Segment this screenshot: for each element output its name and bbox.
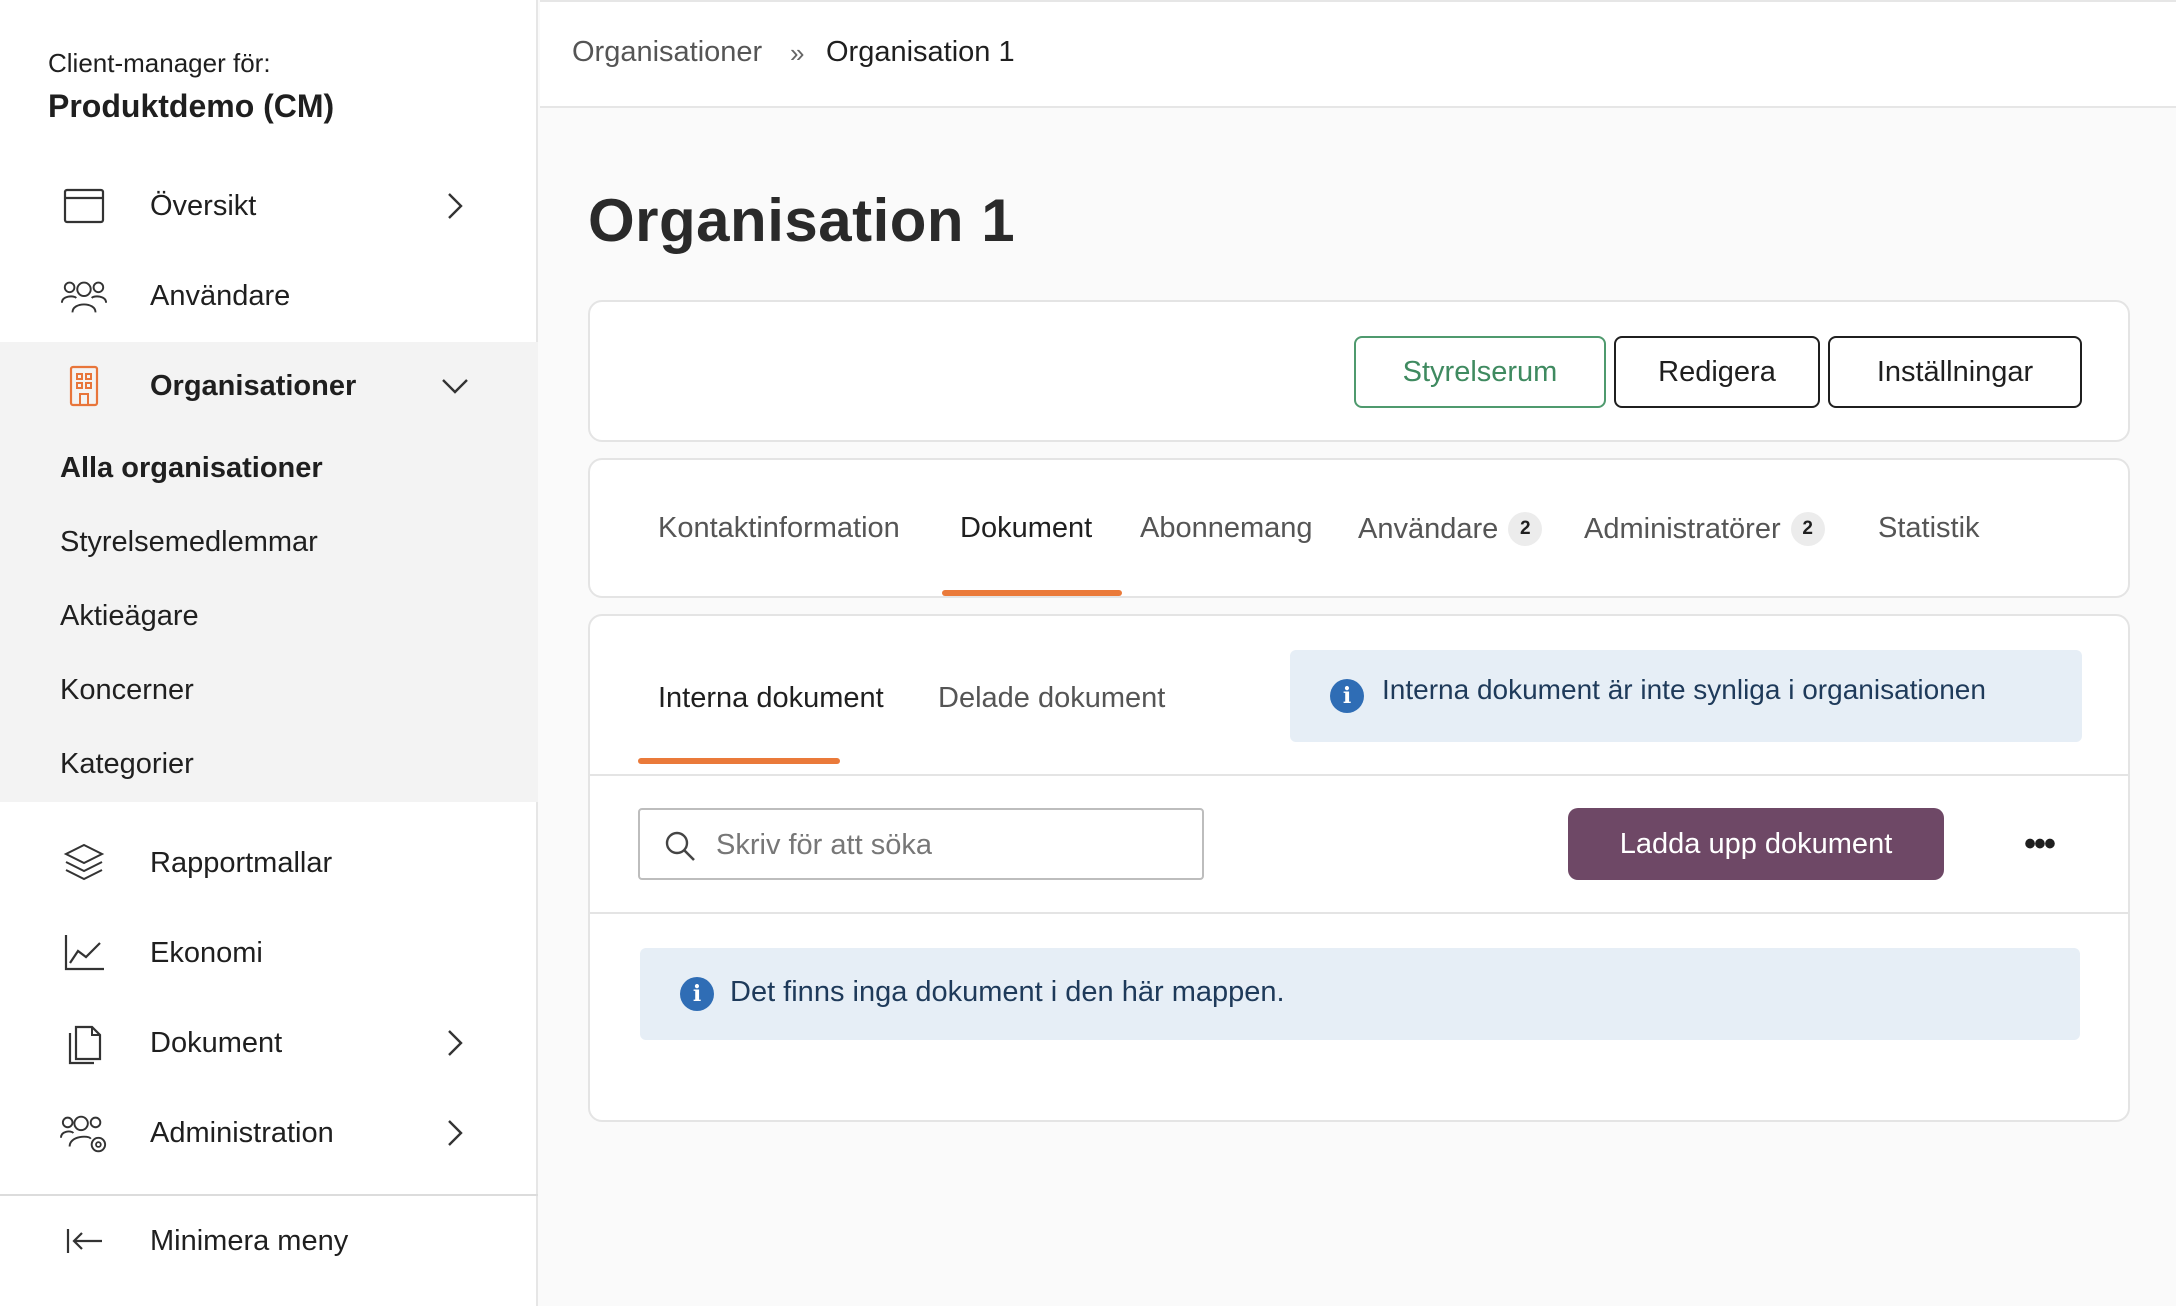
sidebar: Client-manager för: Produktdemo (CM) Öve… <box>0 0 538 1306</box>
active-tab-indicator <box>942 590 1122 596</box>
tab-abonnemang[interactable]: Abonnemang <box>1140 512 1313 545</box>
internal-docs-info-banner: i Interna dokument är inte synliga i org… <box>1290 650 2082 742</box>
breadcrumb-separator-icon: » <box>790 38 805 68</box>
documents-icon <box>60 1020 108 1066</box>
search-input[interactable] <box>716 820 1186 870</box>
edit-button[interactable]: Redigera <box>1614 336 1820 408</box>
divider <box>590 774 2128 776</box>
nav-label-ekonomi: Ekonomi <box>150 936 263 969</box>
tab-anvandare[interactable]: Användare 2 <box>1358 512 1543 546</box>
tab-statistik[interactable]: Statistik <box>1878 512 1980 545</box>
subnav-aktieagare[interactable]: Aktieägare <box>60 600 199 633</box>
nav-item-anvandare[interactable]: Användare <box>0 253 538 339</box>
client-manager-label: Client-manager för: <box>48 48 271 78</box>
empty-state-text: Det finns inga dokument i den här mappen… <box>730 976 1285 1008</box>
tab-kontaktinformation[interactable]: Kontaktinformation <box>658 512 900 545</box>
page-title: Organisation 1 <box>588 187 1016 254</box>
count-badge: 2 <box>1790 512 1825 546</box>
info-icon: i <box>680 977 714 1011</box>
chevron-right-icon <box>438 189 472 223</box>
search-icon <box>662 828 698 864</box>
subnav-styrelsemedlemmar[interactable]: Styrelsemedlemmar <box>60 526 318 559</box>
boardroom-button[interactable]: Styrelserum <box>1354 336 1606 408</box>
tab-dokument[interactable]: Dokument <box>960 512 1092 545</box>
settings-button[interactable]: Inställningar <box>1828 336 2082 408</box>
subtab-interna-dokument[interactable]: Interna dokument <box>658 682 884 715</box>
nav-label-oversikt: Översikt <box>150 189 257 222</box>
tab-label: Användare <box>1358 512 1499 545</box>
building-icon <box>60 363 108 409</box>
subnav-kategorier[interactable]: Kategorier <box>60 748 194 781</box>
layers-icon <box>60 840 108 886</box>
line-chart-icon <box>60 930 108 976</box>
calendar-window-icon <box>60 183 108 229</box>
tab-label: Abonnemang <box>1140 512 1313 544</box>
active-subtab-indicator <box>638 758 840 764</box>
nav-item-administration[interactable]: Administration <box>0 1090 538 1176</box>
nav-label-organisationer: Organisationer <box>150 369 357 402</box>
info-banner-text: Interna dokument är inte synliga i organ… <box>1382 674 1986 705</box>
sidebar-divider <box>0 1194 538 1196</box>
search-field <box>638 808 1204 880</box>
tab-label: Administratörer <box>1584 512 1781 545</box>
upload-document-button[interactable]: Ladda upp dokument <box>1568 808 1944 880</box>
chevron-down-icon <box>438 369 472 403</box>
nav-item-organisationer[interactable]: Organisationer <box>0 343 538 429</box>
tabs-card: Kontaktinformation Dokument Abonnemang A… <box>588 458 2130 598</box>
nav-item-oversikt[interactable]: Översikt <box>0 163 538 249</box>
nav-item-rapportmallar[interactable]: Rapportmallar <box>0 820 538 906</box>
chevron-right-icon <box>438 1116 472 1150</box>
breadcrumb: Organisationer » Organisation 1 <box>540 0 2176 108</box>
minimize-menu-label: Minimera meny <box>150 1224 349 1257</box>
client-name: Produktdemo (CM) <box>48 88 335 124</box>
breadcrumb-current: Organisation 1 <box>826 36 1015 68</box>
actions-card: Styrelserum Redigera Inställningar <box>588 300 2130 442</box>
nav-label-dokument: Dokument <box>150 1026 283 1059</box>
tab-label: Kontaktinformation <box>658 512 900 544</box>
nav-label-rapportmallar: Rapportmallar <box>150 846 333 879</box>
tab-administratorer[interactable]: Administratörer 2 <box>1584 512 1825 546</box>
minimize-menu-button[interactable]: Minimera meny <box>0 1198 538 1284</box>
collapse-left-icon <box>60 1218 108 1264</box>
subnav-koncerner[interactable]: Koncerner <box>60 674 194 707</box>
chevron-right-icon <box>438 1026 472 1060</box>
empty-state-banner: i Det finns inga dokument i den här mapp… <box>640 948 2080 1040</box>
subtab-delade-dokument[interactable]: Delade dokument <box>938 682 1165 715</box>
nav-label-administration: Administration <box>150 1116 334 1149</box>
count-badge: 2 <box>1508 512 1543 546</box>
divider <box>590 912 2128 914</box>
nav-item-ekonomi[interactable]: Ekonomi <box>0 910 538 996</box>
subnav-alla-organisationer[interactable]: Alla organisationer <box>60 452 323 485</box>
info-icon: i <box>1330 679 1364 713</box>
documents-card: Interna dokument Delade dokument i Inter… <box>588 614 2130 1122</box>
tab-label: Dokument <box>960 512 1093 544</box>
nav-label-anvandare: Användare <box>150 279 291 312</box>
tab-label: Statistik <box>1878 512 1980 544</box>
more-options-icon[interactable]: ••• <box>2014 824 2064 864</box>
users-gear-icon <box>60 1110 108 1156</box>
nav-item-dokument[interactable]: Dokument <box>0 1000 538 1086</box>
breadcrumb-organisationer[interactable]: Organisationer <box>572 36 762 69</box>
users-icon <box>60 273 108 319</box>
